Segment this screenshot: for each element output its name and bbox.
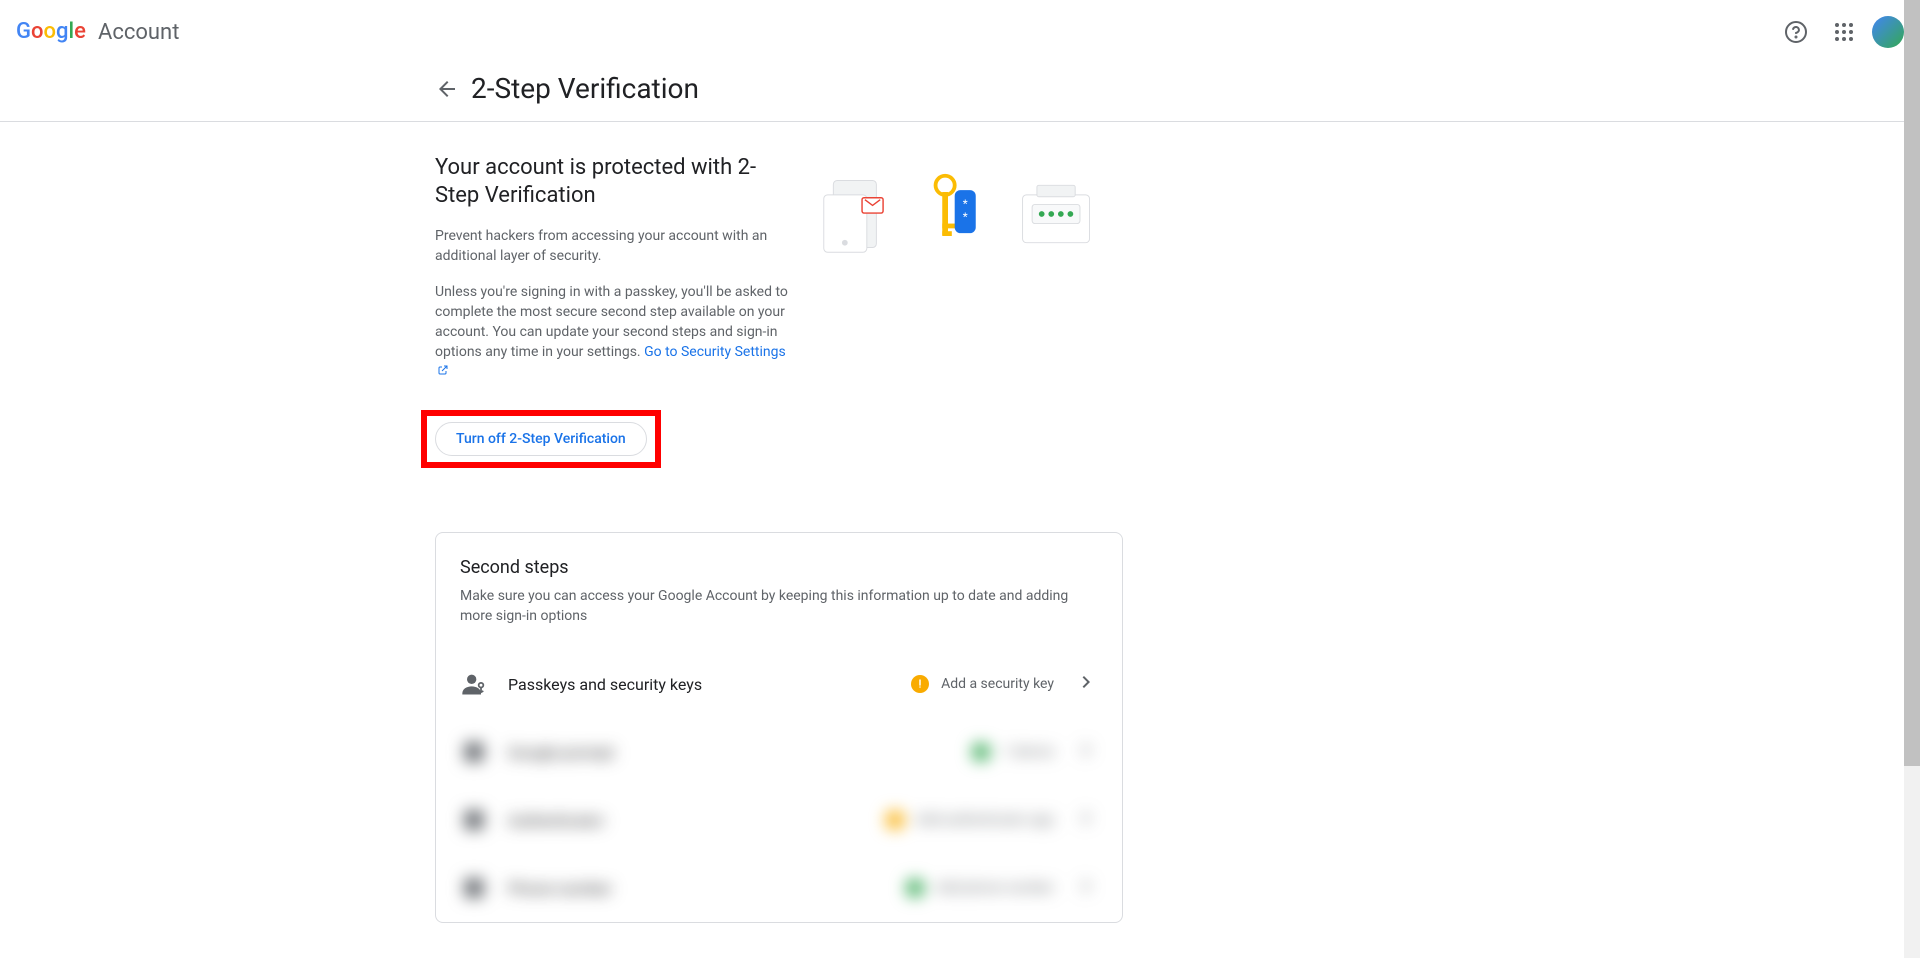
step-passkeys[interactable]: Passkeys and security keys Add a securit… [436, 650, 1122, 718]
chevron-right-icon [1074, 874, 1098, 902]
step-label: Phone number [508, 879, 886, 898]
intro-text: Your account is protected with 2-Step Ve… [435, 154, 795, 382]
step-status: 1 device [972, 743, 1054, 761]
intro-desc-1: Prevent hackers from accessing your acco… [435, 226, 795, 266]
status-text: Add phone number [936, 880, 1054, 896]
status-text: Add a security key [941, 676, 1054, 692]
chevron-right-icon [1074, 738, 1098, 766]
step-blurred-3: Phone number Add phone number [436, 854, 1122, 922]
chevron-right-icon [1074, 670, 1098, 698]
card-desc: Make sure you can access your Google Acc… [460, 586, 1098, 626]
main-content: Your account is protected with 2-Step Ve… [435, 122, 1123, 923]
scrollbar-thumb[interactable] [1904, 0, 1920, 766]
step-icon [460, 874, 488, 902]
card-title: Second steps [460, 557, 1098, 578]
step-status: Add authenticator app [886, 811, 1054, 829]
app-header: Google Account [0, 0, 1920, 64]
page-title: 2-Step Verification [471, 72, 699, 105]
step-label: Passkeys and security keys [508, 675, 891, 694]
step-label: Authenticator [508, 811, 866, 830]
chevron-right-icon [1074, 806, 1098, 834]
user-avatar[interactable] [1872, 16, 1904, 48]
account-label: Account [98, 20, 179, 45]
card-header: Second steps Make sure you can access yo… [436, 557, 1122, 626]
turn-off-2sv-button[interactable]: Turn off 2-Step Verification [435, 422, 647, 456]
status-text: 1 device [1002, 744, 1054, 760]
status-text: Add authenticator app [916, 812, 1054, 828]
success-badge-icon [906, 879, 924, 897]
security-illustration: * * [819, 154, 1099, 274]
step-icon [460, 806, 488, 834]
scrollbar[interactable] [1904, 0, 1920, 958]
header-right [1776, 12, 1904, 52]
apps-grid-icon[interactable] [1824, 12, 1864, 52]
step-status: Add phone number [906, 879, 1054, 897]
intro-desc-2: Unless you're signing in with a passkey,… [435, 282, 795, 382]
back-arrow-icon[interactable] [435, 77, 459, 101]
google-logo[interactable]: Google [16, 20, 90, 44]
second-steps-card: Second steps Make sure you can access yo… [435, 532, 1123, 923]
svg-text:*: * [962, 196, 967, 210]
step-icon [460, 738, 488, 766]
step-status: Add a security key [911, 675, 1054, 693]
external-link-icon [437, 362, 449, 382]
svg-text:Google: Google [16, 20, 86, 44]
svg-text:*: * [962, 210, 967, 224]
success-badge-icon [972, 743, 990, 761]
header-left: Google Account [16, 20, 179, 45]
passkey-icon [460, 670, 488, 698]
highlight-annotation: Turn off 2-Step Verification [421, 410, 661, 468]
intro-title: Your account is protected with 2-Step Ve… [435, 154, 795, 210]
title-bar: 2-Step Verification [435, 64, 1920, 121]
help-icon[interactable] [1776, 12, 1816, 52]
intro-section: Your account is protected with 2-Step Ve… [435, 154, 1123, 382]
step-blurred-1: Google prompt 1 device [436, 718, 1122, 786]
step-blurred-2: Authenticator Add authenticator app [436, 786, 1122, 854]
warning-badge-icon [911, 675, 929, 693]
warning-badge-icon [886, 811, 904, 829]
step-label: Google prompt [508, 743, 952, 762]
link-text: Go to Security Settings [644, 344, 786, 360]
